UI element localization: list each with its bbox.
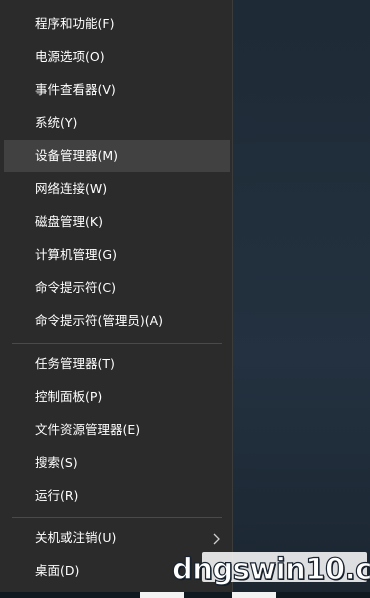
menu-item-power-options[interactable]: 电源选项(O)	[4, 41, 230, 73]
menu-item-event-viewer[interactable]: 事件查看器(V)	[4, 74, 230, 106]
menu-item-network-connections[interactable]: 网络连接(W)	[4, 173, 230, 205]
menu-item-label: 系统(Y)	[35, 115, 78, 130]
menu-item-label: 程序和功能(F)	[35, 16, 115, 31]
menu-item-programs-and-features[interactable]: 程序和功能(F)	[4, 8, 230, 40]
menu-item-label: 任务管理器(T)	[35, 356, 115, 371]
menu-item-label: 控制面板(P)	[35, 389, 103, 404]
menu-item-label: 运行(R)	[35, 488, 79, 503]
taskbar-highlight	[232, 592, 276, 598]
menu-item-computer-management[interactable]: 计算机管理(G)	[4, 239, 230, 271]
menu-item-disk-management[interactable]: 磁盘管理(K)	[4, 206, 230, 238]
winx-context-menu: 程序和功能(F) 电源选项(O) 事件查看器(V) 系统(Y) 设备管理器(M)…	[0, 0, 233, 598]
menu-item-label: 电源选项(O)	[35, 49, 105, 64]
menu-item-label: 磁盘管理(K)	[35, 214, 103, 229]
menu-item-label: 桌面(D)	[35, 563, 80, 578]
menu-item-label: 设备管理器(M)	[35, 148, 119, 163]
menu-item-label: 网络连接(W)	[35, 181, 108, 196]
menu-item-label: 命令提示符(C)	[35, 280, 116, 295]
menu-separator	[12, 343, 222, 344]
menu-item-search[interactable]: 搜索(S)	[4, 447, 230, 479]
menu-item-command-prompt[interactable]: 命令提示符(C)	[4, 272, 230, 304]
menu-separator	[12, 517, 222, 518]
menu-item-control-panel[interactable]: 控制面板(P)	[4, 381, 230, 413]
menu-item-label: 搜索(S)	[35, 455, 78, 470]
desktop-background: 程序和功能(F) 电源选项(O) 事件查看器(V) 系统(Y) 设备管理器(M)…	[0, 0, 370, 598]
menu-item-label: 命令提示符(管理员)(A)	[35, 313, 164, 328]
menu-item-file-explorer[interactable]: 文件资源管理器(E)	[4, 414, 230, 446]
watermark-logo: dngswin10.com	[171, 548, 370, 590]
menu-item-label: 关机或注销(U)	[35, 530, 117, 545]
menu-item-label: 计算机管理(G)	[35, 247, 117, 262]
menu-item-device-manager[interactable]: 设备管理器(M)	[4, 140, 230, 172]
menu-item-run[interactable]: 运行(R)	[4, 480, 230, 512]
taskbar-edge	[0, 592, 370, 598]
menu-item-command-prompt-admin[interactable]: 命令提示符(管理员)(A)	[4, 305, 230, 337]
menu-item-label: 文件资源管理器(E)	[35, 422, 141, 437]
menu-item-task-manager[interactable]: 任务管理器(T)	[4, 348, 230, 380]
taskbar-highlight	[140, 592, 184, 598]
menu-item-system[interactable]: 系统(Y)	[4, 107, 230, 139]
watermark-text: dngswin10.com	[171, 551, 370, 586]
menu-item-label: 事件查看器(V)	[35, 82, 116, 97]
